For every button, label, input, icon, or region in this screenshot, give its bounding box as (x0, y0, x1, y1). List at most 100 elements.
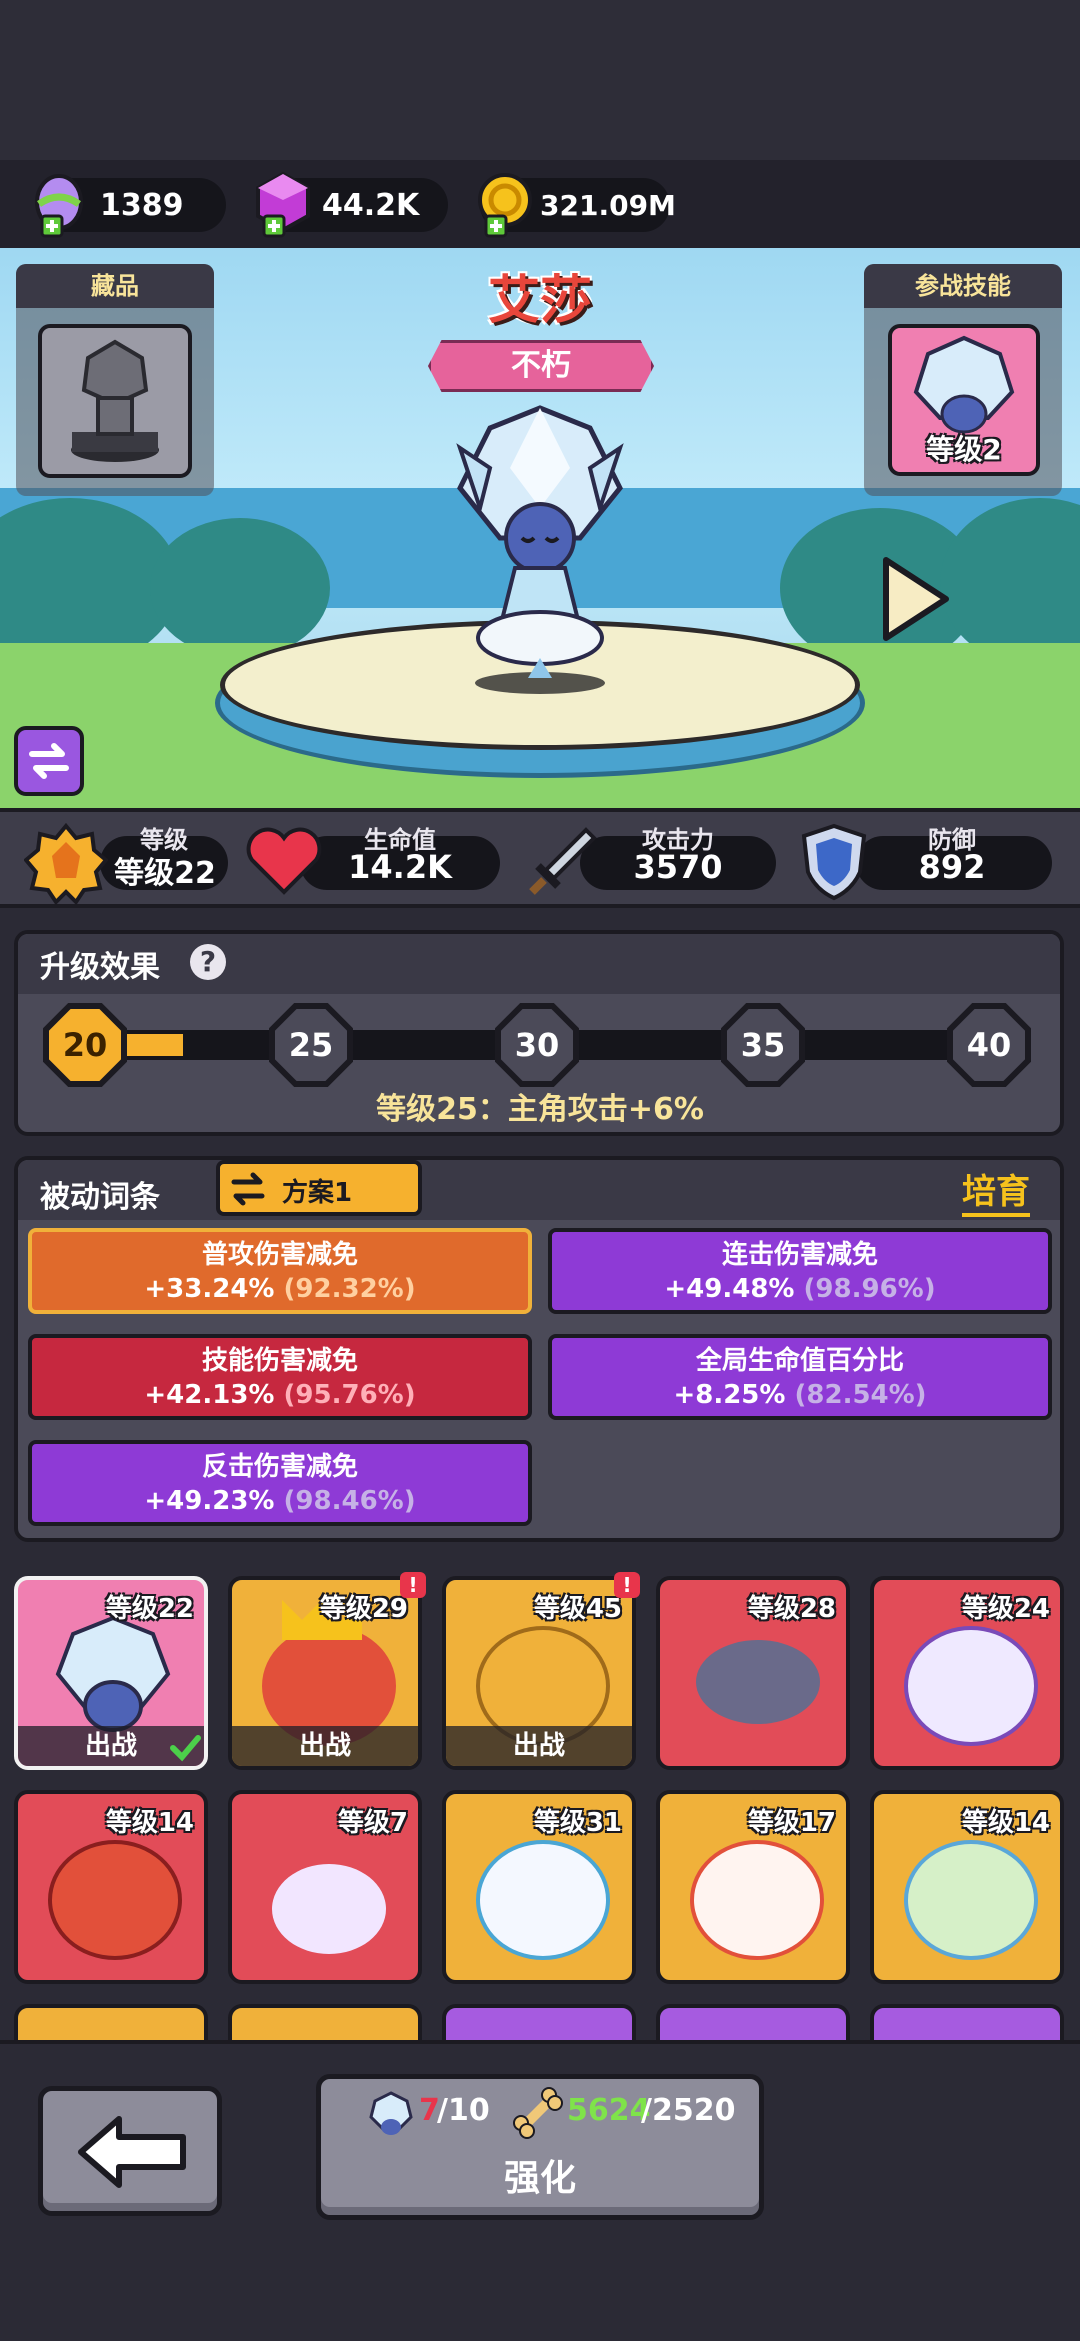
hero-card-partial[interactable] (228, 2004, 422, 2040)
hero-card-partial[interactable] (656, 2004, 850, 2040)
hero-card-partial[interactable] (442, 2004, 636, 2040)
hero-level: 等级45 (533, 1594, 622, 1624)
enhance-label: 强化 (503, 2158, 576, 2199)
hero-level: 等级24 (961, 1594, 1050, 1624)
hero-card-partial[interactable] (14, 2004, 208, 2040)
swap-icon (29, 743, 69, 779)
next-upgrade-effect: 等级25：主角攻击+6% (376, 1092, 704, 1127)
affix-item[interactable]: 反击伤害减免 +49.23% (98.46%) (28, 1440, 532, 1526)
hero-card[interactable]: 等级17 (656, 1790, 850, 1984)
alert-badge-icon: ! (400, 1572, 426, 1598)
affix-item[interactable]: 连击伤害减免 +49.48% (98.96%) (548, 1228, 1052, 1314)
hero-level: 等级17 (747, 1808, 836, 1838)
heart-icon (246, 827, 322, 895)
collection-slot[interactable] (38, 324, 192, 478)
bone-total: /2520 (641, 2093, 736, 2128)
hero-card[interactable]: 等级28 (656, 1576, 850, 1770)
affix-value: +33.24% (144, 1274, 275, 1304)
hero-level: 等级7 (337, 1808, 408, 1838)
ice-hero-portrait (55, 1615, 171, 1732)
affix-value: +42.13% (144, 1380, 275, 1410)
hero-rank-tag: 不朽 (428, 340, 654, 392)
passive-affix-header (18, 1160, 1060, 1220)
enhance-button[interactable]: 7 /10 5624 /2520 强化 (316, 2074, 764, 2220)
hero-card[interactable]: 等级7 (228, 1790, 422, 1984)
switch-arrows-icon (231, 1172, 265, 1206)
affix-value: +49.23% (144, 1486, 275, 1516)
hero-card[interactable]: 等级24 (870, 1576, 1064, 1770)
fire-deer-portrait (690, 1840, 824, 1960)
back-arrow-icon (78, 2116, 186, 2188)
battle-skill-panel[interactable]: 参战技能 等级2 (864, 264, 1062, 496)
bush-left-2 (150, 518, 330, 658)
affix-name: 全局生命值百分比 (695, 1346, 904, 1376)
hero-level: 等级31 (533, 1808, 622, 1838)
bone-current: 5624 (567, 2093, 651, 2128)
coin-icon (478, 173, 532, 238)
level-badge-icon (24, 822, 108, 906)
collection-title: 藏品 (16, 264, 214, 308)
hero-level: 等级28 (747, 1594, 836, 1624)
affix-value: +49.48% (664, 1274, 795, 1304)
plan-switch-button[interactable]: 方案1 (216, 1160, 422, 1216)
hero-card[interactable]: 等级14 (870, 1790, 1064, 1984)
affix-name: 技能伤害减免 (201, 1346, 358, 1376)
hero-level: 等级22 (105, 1594, 194, 1624)
mushroom-sprite-portrait (904, 1840, 1038, 1960)
hero-card-partial[interactable] (870, 2004, 1064, 2040)
affix-max: (82.54%) (794, 1380, 927, 1410)
help-icon[interactable]: ? (190, 944, 226, 980)
ice-pup-portrait (476, 1840, 610, 1960)
hero-card[interactable]: 等级22 出战 (14, 1576, 208, 1770)
affix-max: (98.96%) (803, 1274, 936, 1304)
stat-hp-value: 14.2K (348, 848, 452, 886)
slime-unicorn-portrait (272, 1864, 386, 1954)
sword-icon (529, 827, 597, 895)
affix-name: 普攻伤害减免 (201, 1240, 358, 1270)
hero-shard-icon (369, 2091, 413, 2135)
hero-card[interactable]: 等级45 出战 (442, 1576, 636, 1770)
hero-level: 等级29 (319, 1594, 408, 1624)
egg-icon (35, 174, 83, 238)
swap-button[interactable] (14, 726, 84, 796)
upgrade-effect-title: 升级效果 (40, 950, 160, 985)
hero-level: 等级14 (961, 1808, 1050, 1838)
hero-card[interactable]: 等级14 (14, 1790, 208, 1984)
skill-level: 等级2 (926, 433, 1002, 466)
alert-badge-icon: ! (614, 1572, 640, 1598)
currency-gem[interactable]: 44.2K (256, 171, 448, 238)
affix-max: (92.32%) (283, 1274, 416, 1304)
affix-item[interactable]: 技能伤害减免 +42.13% (95.76%) (28, 1334, 532, 1420)
affix-item[interactable]: 普攻伤害减免 +33.24% (92.32%) (28, 1228, 532, 1314)
gem-icon (256, 171, 310, 238)
fox-spirit-portrait (904, 1626, 1038, 1746)
currency-coin[interactable]: 321.09M (478, 173, 676, 238)
plan-label: 方案1 (282, 1178, 353, 1208)
hero-level: 等级14 (105, 1808, 194, 1838)
passive-affix-title: 被动词条 (40, 1180, 160, 1215)
collection-panel[interactable]: 藏品 (16, 264, 214, 496)
bone-icon (513, 2087, 563, 2139)
shard-total: /10 (437, 2093, 490, 2128)
affix-max: (95.76%) (283, 1380, 416, 1410)
affix-value: +8.25% (673, 1380, 786, 1410)
affix-max: (98.46%) (283, 1486, 416, 1516)
hero-showcase-scene: 艾莎 不朽 藏品 参战技能 等级2 (0, 248, 1080, 808)
hero-sprite[interactable] (420, 388, 660, 688)
next-hero-arrow-icon[interactable] (876, 554, 952, 644)
skill-slot[interactable]: 等级2 (888, 324, 1040, 476)
deployed-label: 出战 (446, 1726, 632, 1766)
upgrade-effect-header (18, 934, 1060, 994)
statue-icon (71, 339, 159, 462)
back-button[interactable] (38, 2086, 222, 2216)
affix-item[interactable]: 全局生命值百分比 +8.25% (82.54%) (548, 1334, 1052, 1420)
check-icon (170, 1735, 201, 1762)
hero-card[interactable]: 等级29 出战 (228, 1576, 422, 1770)
currency-egg[interactable]: 1389 (35, 174, 226, 238)
affix-name: 反击伤害减免 (201, 1452, 358, 1482)
hero-card[interactable]: 等级31 (442, 1790, 636, 1984)
stat-def-value: 892 (918, 848, 986, 886)
stat-atk-value: 3570 (633, 848, 723, 886)
cultivate-link[interactable]: 培育 (962, 1164, 1030, 1217)
status-bar-area (0, 0, 1080, 160)
